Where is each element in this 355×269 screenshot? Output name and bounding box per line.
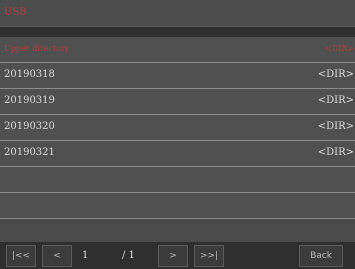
first-page-button[interactable]: |<<: [6, 245, 36, 267]
list-item[interactable]: 20190319 <DIR>: [0, 89, 355, 115]
item-type-label: <DIR>: [317, 69, 354, 80]
upper-directory-label: Upper directory: [4, 44, 70, 53]
list-item-empty: [0, 167, 355, 193]
prev-page-button[interactable]: <: [42, 245, 72, 267]
current-page-number: 1: [82, 250, 89, 261]
title-bar: USB: [0, 0, 355, 27]
next-page-button[interactable]: >: [158, 245, 188, 267]
window-title: USB: [4, 7, 27, 18]
list-item[interactable]: 20190318 <DIR>: [0, 63, 355, 89]
last-page-button[interactable]: >>|: [194, 245, 224, 267]
directory-list: Upper directory <DIR> 20190318 <DIR> 201…: [0, 37, 355, 219]
list-item[interactable]: 20190320 <DIR>: [0, 115, 355, 141]
item-name: 20190319: [4, 95, 55, 106]
item-type-label: <DIR>: [317, 95, 354, 106]
item-type-label: <DIR>: [324, 44, 354, 53]
item-type-label: <DIR>: [317, 147, 354, 158]
list-item-upper-directory[interactable]: Upper directory <DIR>: [0, 37, 355, 63]
footer-toolbar: |<< < 1 / 1 > >>| Back: [0, 242, 355, 269]
list-item-empty: [0, 193, 355, 219]
total-pages-label: / 1: [122, 250, 135, 261]
item-name: 20190320: [4, 121, 55, 132]
list-item[interactable]: 20190321 <DIR>: [0, 141, 355, 167]
item-type-label: <DIR>: [317, 121, 354, 132]
item-name: 20190318: [4, 69, 55, 80]
header-divider: [0, 27, 355, 37]
back-button[interactable]: Back: [299, 245, 343, 267]
item-name: 20190321: [4, 147, 55, 158]
